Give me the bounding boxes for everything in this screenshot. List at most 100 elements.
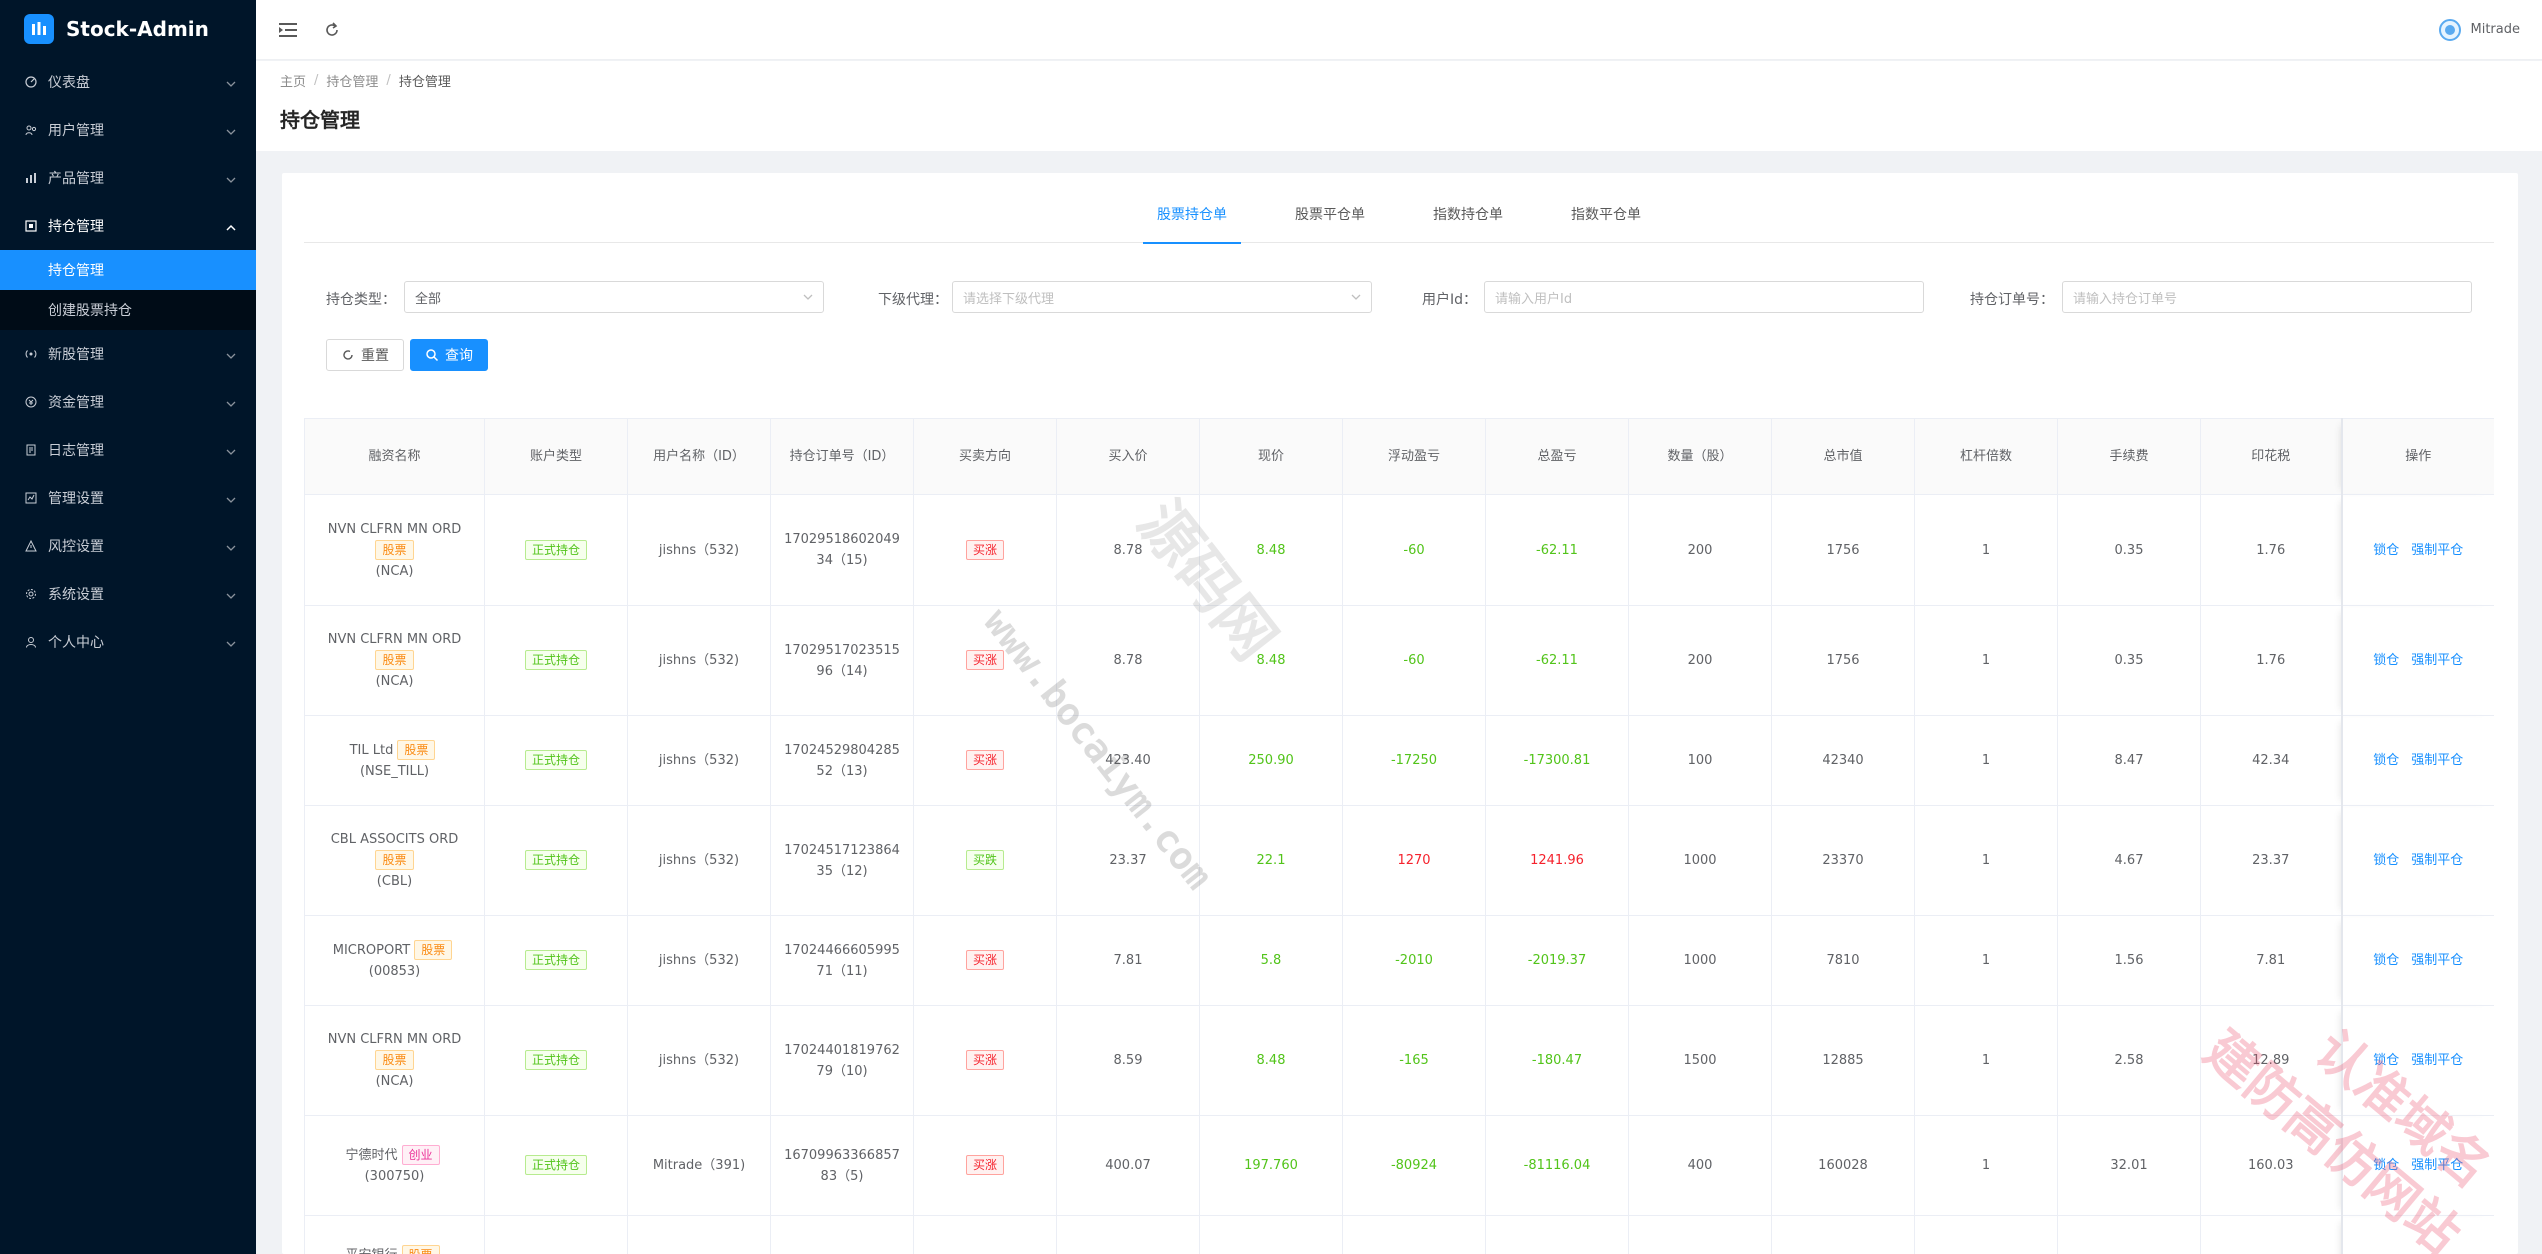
actions-cell: 锁仓强制平仓 xyxy=(2340,1115,2494,1216)
userid-input[interactable]: 请输入用户Id xyxy=(1484,281,1924,313)
stamp-tax-cell: 1.33 xyxy=(2200,1215,2342,1254)
stock-name: 平安银行 xyxy=(345,1248,397,1254)
leverage-cell: 1 xyxy=(1914,915,2058,1006)
floating-pnl-cell: -222 xyxy=(1342,1215,1486,1254)
force-close-button[interactable]: 强制平仓 xyxy=(2411,1053,2463,1068)
sidebar-item[interactable]: 新股管理 xyxy=(0,330,256,378)
chevron-down-icon xyxy=(226,77,236,87)
table-row: NVN CLFRN MN ORD股票 (NCA) 正式持仓 jishns（532) 17… xyxy=(304,605,2494,716)
agent-select[interactable]: 请选择下级代理 xyxy=(952,281,1372,313)
market-value-cell: 1333 xyxy=(1771,1215,1915,1254)
refresh-icon[interactable] xyxy=(322,20,342,40)
lock-button[interactable]: 锁仓 xyxy=(2373,653,2399,668)
force-close-button[interactable]: 强制平仓 xyxy=(2411,653,2463,668)
position-type-value: 全部 xyxy=(415,291,442,307)
settings-box-icon xyxy=(24,491,38,505)
sidebar-item[interactable]: 系统设置 xyxy=(0,570,256,618)
breadcrumb-parent[interactable]: 持仓管理 xyxy=(326,71,378,90)
market-tag: 股票 xyxy=(375,650,414,670)
sidebar-item[interactable]: 产品管理 xyxy=(0,154,256,202)
menu-fold-icon[interactable] xyxy=(278,20,298,40)
stock-name-cell: MICROPORT 股票 (00853) xyxy=(304,915,485,1006)
chevron-down-icon xyxy=(226,173,236,183)
user-menu[interactable]: Mitrade xyxy=(2438,18,2520,41)
stock-name: TIL Ltd xyxy=(349,742,394,758)
market-value-cell: 23370 xyxy=(1771,805,1915,916)
breadcrumb-current: 持仓管理 xyxy=(398,75,451,90)
lock-button[interactable]: 锁仓 xyxy=(2373,1158,2399,1173)
tab-stock-closed[interactable]: 股票平仓单 xyxy=(1281,203,1379,243)
search-button[interactable]: 查询 xyxy=(410,339,488,371)
tab-stock-positions[interactable]: 股票持仓单 xyxy=(1143,203,1241,244)
column-header: 总盈亏 xyxy=(1485,418,1629,495)
force-close-button[interactable]: 强制平仓 xyxy=(2411,753,2463,768)
agent-label: 下级代理： xyxy=(878,292,948,308)
sidebar-item[interactable]: 持仓管理 xyxy=(0,202,256,250)
lock-button[interactable]: 锁仓 xyxy=(2373,953,2399,968)
quantity-cell: 200 xyxy=(1628,605,1772,716)
total-pnl-cell: -180.47 xyxy=(1485,1005,1629,1116)
sidebar-item[interactable]: 日志管理 xyxy=(0,426,256,474)
sidebar-item[interactable]: 用户管理 xyxy=(0,106,256,154)
sidebar-item[interactable]: 个人中心 xyxy=(0,618,256,666)
lock-button[interactable]: 锁仓 xyxy=(2373,1053,2399,1068)
column-header: 现价 xyxy=(1199,418,1343,495)
user-cell: jishns（532) xyxy=(627,915,771,1006)
reset-button[interactable]: 重置 xyxy=(326,339,404,371)
table-header: 融资名称 账户类型 用户名称（ID） 持仓订单号（ID） 买卖方向 买入价 现价 浮动盈亏 总盈… xyxy=(304,418,2494,495)
users-icon xyxy=(24,123,38,137)
tab-index-positions[interactable]: 指数持仓单 xyxy=(1419,203,1517,243)
stamp-tax-cell: 42.34 xyxy=(2200,715,2342,806)
account-type-cell: 正式持仓 xyxy=(484,715,628,806)
sidebar-item[interactable]: 仪表盘 xyxy=(0,58,256,106)
chevron-down-icon xyxy=(226,493,236,503)
force-close-button[interactable]: 强制平仓 xyxy=(2411,953,2463,968)
stock-code: (CBL) xyxy=(376,874,413,889)
order-id-cell: 17024529804285 52（13) xyxy=(770,715,914,806)
sidebar-item[interactable]: 风控设置 xyxy=(0,522,256,570)
chevron-down-icon xyxy=(226,541,236,551)
lock-button[interactable]: 锁仓 xyxy=(2373,853,2399,868)
actions-cell: 锁仓强制平仓 xyxy=(2340,1215,2494,1254)
sidebar-item[interactable]: 管理设置 xyxy=(0,474,256,522)
app-logo[interactable]: Stock-Admin xyxy=(0,0,256,58)
lock-button[interactable]: 锁仓 xyxy=(2373,543,2399,558)
total-pnl-cell: -62.11 xyxy=(1485,605,1629,716)
actions-cell: 锁仓强制平仓 xyxy=(2340,605,2494,716)
column-header: 买入价 xyxy=(1056,418,1200,495)
force-close-button[interactable]: 强制平仓 xyxy=(2411,853,2463,868)
submenu-item[interactable]: 持仓管理 xyxy=(0,250,256,290)
app-title: Stock-Admin xyxy=(66,17,209,41)
current-price-cell: 8.48 xyxy=(1199,605,1343,716)
reset-label: 重置 xyxy=(361,348,389,364)
table-row: MICROPORT 股票 (00853) 正式持仓 jishns（532) 1702446… xyxy=(304,915,2494,1006)
column-header: 融资名称 xyxy=(304,418,485,495)
order-number-input[interactable]: 请输入持仓订单号 xyxy=(2062,281,2472,313)
tab-index-closed[interactable]: 指数平仓单 xyxy=(1557,203,1655,243)
quantity-cell: 100 xyxy=(1628,715,1772,806)
direction-tag: 买涨 xyxy=(965,950,1004,970)
lock-button[interactable]: 锁仓 xyxy=(2373,753,2399,768)
column-header: 浮动盈亏 xyxy=(1342,418,1486,495)
column-header: 数量（股） xyxy=(1628,418,1772,495)
fee-cell: 2.58 xyxy=(2057,1005,2201,1116)
force-close-button[interactable]: 强制平仓 xyxy=(2411,1158,2463,1173)
market-tag: 股票 xyxy=(375,1050,414,1070)
sidebar-item-label: 新股管理 xyxy=(48,347,104,363)
direction-tag: 买涨 xyxy=(965,1050,1004,1070)
position-type-select[interactable]: 全部 xyxy=(404,281,824,313)
submenu-item[interactable]: 创建股票持仓 xyxy=(0,290,256,330)
sidebar-item[interactable]: 资金管理 xyxy=(0,378,256,426)
column-header: 杠杆倍数 xyxy=(1914,418,2058,495)
breadcrumb-home[interactable]: 主页 xyxy=(280,71,306,90)
chevron-up-icon xyxy=(226,221,236,231)
sidebar-item-label: 产品管理 xyxy=(48,171,104,187)
total-pnl-cell: -62.11 xyxy=(1485,494,1629,606)
reset-icon xyxy=(341,348,355,362)
order-id-cell: 17024517123864 35（12) xyxy=(770,805,914,916)
force-close-button[interactable]: 强制平仓 xyxy=(2411,543,2463,558)
buy-price-cell: 423.40 xyxy=(1056,715,1200,806)
stock-name: NVN CLFRN MN ORD xyxy=(327,521,462,537)
order-placeholder: 请输入持仓订单号 xyxy=(2073,291,2178,307)
buy-price-cell: 400.07 xyxy=(1056,1115,1200,1216)
